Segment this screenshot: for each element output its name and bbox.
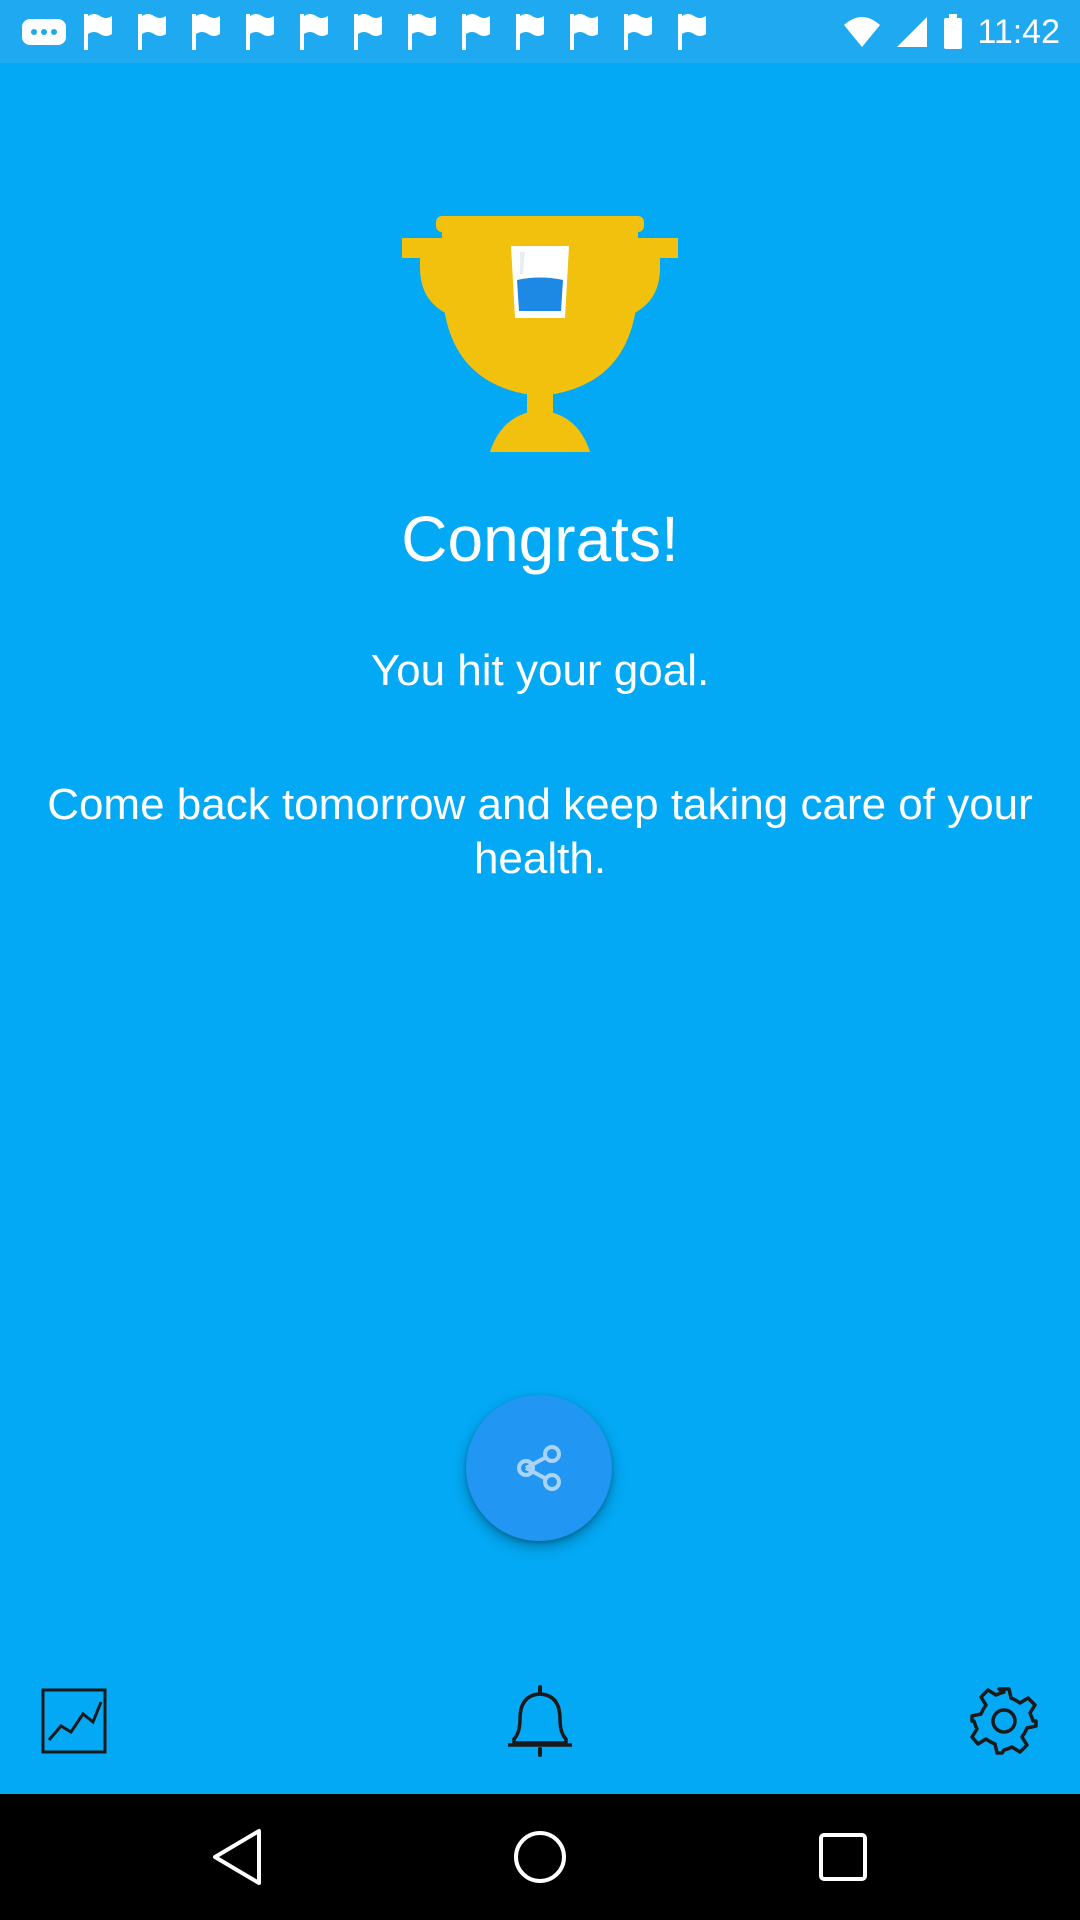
home-circle-icon xyxy=(514,1831,566,1883)
battery-icon xyxy=(944,14,963,49)
flag-icon xyxy=(462,14,490,50)
main-content: Congrats! You hit your goal. Come back t… xyxy=(0,63,1080,1794)
flag-icon xyxy=(516,14,544,50)
congrats-title: Congrats! xyxy=(401,503,679,575)
back-triangle-icon xyxy=(213,1829,261,1885)
flag-icon xyxy=(246,14,274,50)
gear-icon xyxy=(970,1687,1038,1755)
settings-button[interactable] xyxy=(966,1683,1042,1759)
flag-icon xyxy=(678,14,706,50)
wifi-icon xyxy=(844,17,881,47)
trophy-icon xyxy=(402,216,678,452)
status-indicators: 11:42 xyxy=(843,8,1060,56)
share-button[interactable] xyxy=(466,1395,612,1541)
flag-icon xyxy=(408,14,436,50)
recents-button[interactable] xyxy=(805,1819,881,1895)
clock: 11:42 xyxy=(977,12,1060,51)
status-bar: 11:42 xyxy=(0,0,1080,63)
statistics-button[interactable] xyxy=(36,1683,112,1759)
recents-square-icon xyxy=(819,1833,867,1881)
flag-icon xyxy=(354,14,382,50)
flag-icon xyxy=(624,14,652,50)
flag-icon xyxy=(300,14,328,50)
bell-icon xyxy=(508,1685,572,1757)
notification-icons xyxy=(20,10,710,54)
flag-icon xyxy=(84,14,112,50)
more-dots-icon xyxy=(22,19,66,45)
flag-icon xyxy=(192,14,220,50)
goal-message: You hit your goal. xyxy=(370,646,710,695)
reminder-button[interactable] xyxy=(502,1683,578,1759)
navigation-bar xyxy=(0,1794,1080,1920)
chart-icon xyxy=(41,1688,107,1754)
notification-flags xyxy=(80,12,710,52)
home-button[interactable] xyxy=(502,1819,578,1895)
flag-icon xyxy=(138,14,166,50)
back-button[interactable] xyxy=(199,1819,275,1895)
encouragement-message: Come back tomorrow and keep taking care … xyxy=(47,780,1033,883)
flag-icon xyxy=(570,14,598,50)
signal-icon xyxy=(897,17,928,47)
share-icon xyxy=(517,1445,561,1491)
